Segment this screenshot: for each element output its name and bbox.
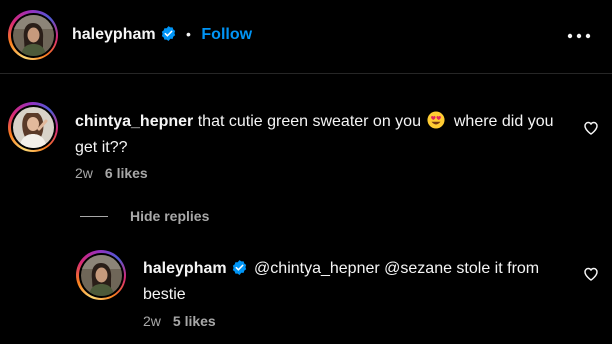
- reply-username[interactable]: haleypham: [143, 260, 227, 277]
- reply-meta: 2w 5 likes: [143, 313, 216, 329]
- reply-likes-count[interactable]: 5 likes: [173, 313, 216, 329]
- header-separator: •: [186, 26, 191, 42]
- verified-badge-icon: [160, 25, 177, 47]
- follow-button[interactable]: Follow: [201, 26, 252, 43]
- reply-avatar[interactable]: [76, 250, 126, 300]
- reply-verified-badge-icon: [231, 259, 248, 283]
- replies-divider-line: [80, 216, 108, 217]
- comment-likes-count[interactable]: 6 likes: [105, 165, 148, 181]
- comment-like-heart-icon[interactable]: [583, 120, 599, 136]
- heart-eyes-emoji-icon: [427, 111, 445, 136]
- comment-timestamp[interactable]: 2w: [75, 165, 93, 181]
- comment-avatar[interactable]: [8, 102, 58, 152]
- reply-timestamp[interactable]: 2w: [143, 313, 161, 329]
- comment-body: chintya_hepner that cutie green sweater …: [75, 110, 565, 159]
- comment-username[interactable]: chintya_hepner: [75, 113, 193, 130]
- comment-meta: 2w 6 likes: [75, 165, 148, 181]
- more-options-icon[interactable]: [566, 28, 592, 44]
- hide-replies-button[interactable]: Hide replies: [130, 208, 209, 224]
- reply-body: haleypham @chintya_hepner @sezane stole …: [143, 257, 573, 306]
- reply-like-heart-icon[interactable]: [583, 266, 599, 282]
- header-divider: [0, 73, 612, 74]
- header-avatar[interactable]: [8, 10, 58, 60]
- header-username[interactable]: haleypham: [72, 26, 156, 43]
- comment-text-part1: that cutie green sweater on you: [197, 113, 421, 130]
